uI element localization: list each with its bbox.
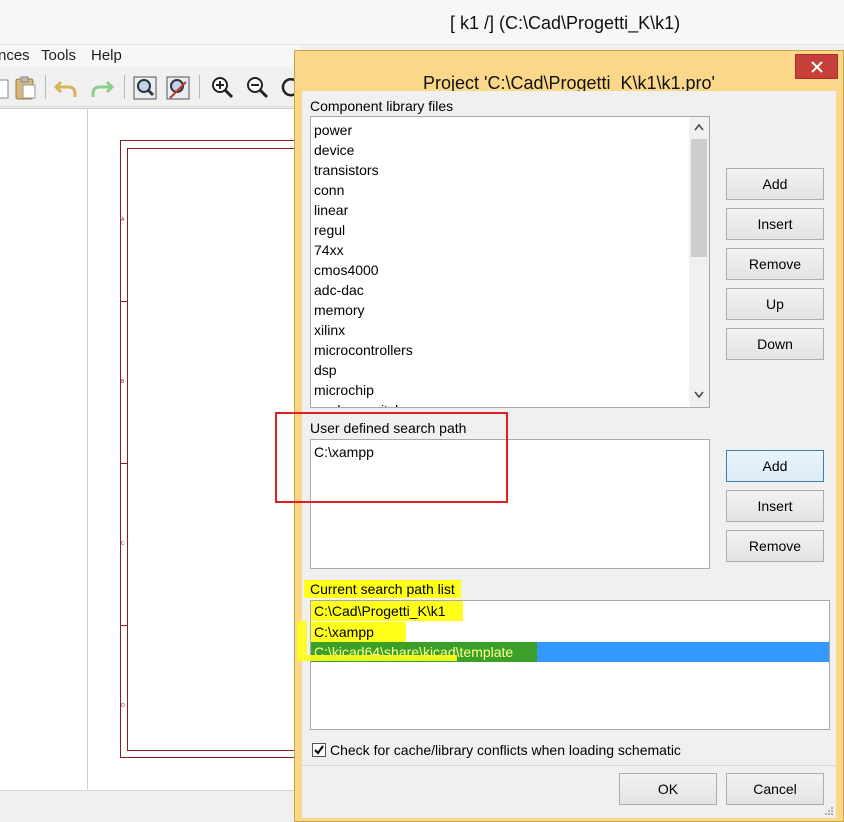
- list-item[interactable]: memory: [314, 302, 365, 318]
- sheet-row-label: C: [121, 541, 125, 547]
- zoom-in-icon[interactable]: [208, 74, 236, 102]
- dialog-client-area: Component library files power device tra…: [297, 91, 836, 818]
- current-search-path-label: Current search path list: [304, 580, 461, 598]
- list-item[interactable]: device: [314, 142, 354, 158]
- current-search-path-list[interactable]: C:\Cad\Progetti_K\k1 C:\xampp C:\kicad64…: [310, 600, 830, 730]
- sheet-row-label: B: [121, 379, 125, 385]
- zoom-edit-icon[interactable]: [164, 74, 192, 102]
- path-insert-button[interactable]: Insert: [726, 490, 824, 522]
- footer-divider: [302, 765, 836, 766]
- status-bar: [0, 790, 300, 822]
- conflict-check-label: Check for cache/library conflicts when l…: [330, 742, 681, 758]
- list-item[interactable]: linear: [314, 202, 348, 218]
- list-item-selected[interactable]: C:\kicad64\share\kicad\template: [311, 642, 537, 662]
- conflict-check-checkbox[interactable]: [312, 743, 326, 757]
- sheet-tick: [120, 463, 127, 464]
- menubar: nces Tools Help: [0, 45, 300, 67]
- main-window-titlebar: [ k1 /] (C:\Cad\Progetti_K\k1): [0, 0, 844, 45]
- zoom-out-icon[interactable]: [243, 74, 271, 102]
- list-item[interactable]: C:\xampp: [311, 622, 406, 642]
- path-remove-button[interactable]: Remove: [726, 530, 824, 562]
- project-dialog: Project 'C:\Cad\Progetti_K\k1\k1.pro' Co…: [294, 50, 844, 822]
- library-remove-button[interactable]: Remove: [726, 248, 824, 280]
- sheet-tick: [120, 301, 127, 302]
- paste-icon[interactable]: [12, 74, 40, 102]
- list-item[interactable]: C:\Cad\Progetti_K\k1: [311, 601, 463, 621]
- list-item[interactable]: conn: [314, 182, 344, 198]
- component-library-list[interactable]: power device transistors conn linear reg…: [310, 116, 710, 408]
- sheet-row-label: D: [121, 703, 125, 709]
- close-icon: [811, 61, 823, 73]
- list-item[interactable]: cmos4000: [314, 262, 379, 278]
- scroll-up-icon[interactable]: [694, 123, 704, 131]
- sheet-row-label: A: [121, 217, 125, 223]
- library-insert-button[interactable]: Insert: [726, 208, 824, 240]
- sheet-tick: [120, 625, 127, 626]
- list-item[interactable]: xilinx: [314, 322, 345, 338]
- scroll-down-icon[interactable]: [694, 391, 704, 399]
- list-item[interactable]: regul: [314, 222, 345, 238]
- checkmark-icon: [314, 745, 324, 755]
- undo-icon[interactable]: [52, 74, 80, 102]
- toolbar: [0, 67, 300, 107]
- toolbar-separator: [199, 75, 200, 99]
- ok-button[interactable]: OK: [619, 773, 717, 805]
- user-search-path-label: User defined search path: [310, 420, 467, 436]
- close-button[interactable]: [795, 54, 838, 79]
- list-item[interactable]: analog_switches: [314, 402, 418, 407]
- list-item[interactable]: transistors: [314, 162, 379, 178]
- resize-grip-icon[interactable]: [824, 806, 834, 816]
- user-search-path-list[interactable]: C:\xampp: [310, 439, 710, 569]
- zoom-page-icon[interactable]: [131, 74, 159, 102]
- list-item[interactable]: microchip: [314, 382, 374, 398]
- sheet-border-inner: [127, 148, 310, 751]
- list-item[interactable]: 74xx: [314, 242, 344, 258]
- list-item[interactable]: power: [314, 122, 352, 138]
- list-item[interactable]: dsp: [314, 362, 337, 378]
- canvas-guide-line: [87, 109, 88, 791]
- list-item[interactable]: adc-dac: [314, 282, 364, 298]
- toolbar-separator: [45, 75, 46, 99]
- scroll-thumb[interactable]: [691, 139, 707, 257]
- schematic-canvas[interactable]: A B C D: [0, 108, 310, 791]
- toolbar-separator: [124, 75, 125, 99]
- main-window-title: [ k1 /] (C:\Cad\Progetti_K\k1): [450, 13, 681, 33]
- menu-preferences[interactable]: nces: [0, 47, 30, 64]
- menu-tools[interactable]: Tools: [41, 47, 76, 64]
- list-item[interactable]: C:\xampp: [314, 444, 374, 460]
- menu-help[interactable]: Help: [91, 47, 122, 64]
- list-item[interactable]: microcontrollers: [314, 342, 413, 358]
- library-list-scrollbar[interactable]: [689, 117, 709, 407]
- library-down-button[interactable]: Down: [726, 328, 824, 360]
- component-library-label: Component library files: [310, 98, 454, 114]
- redo-icon[interactable]: [88, 74, 116, 102]
- cancel-button[interactable]: Cancel: [726, 773, 824, 805]
- library-up-button[interactable]: Up: [726, 288, 824, 320]
- path-add-button[interactable]: Add: [726, 450, 824, 482]
- library-add-button[interactable]: Add: [726, 168, 824, 200]
